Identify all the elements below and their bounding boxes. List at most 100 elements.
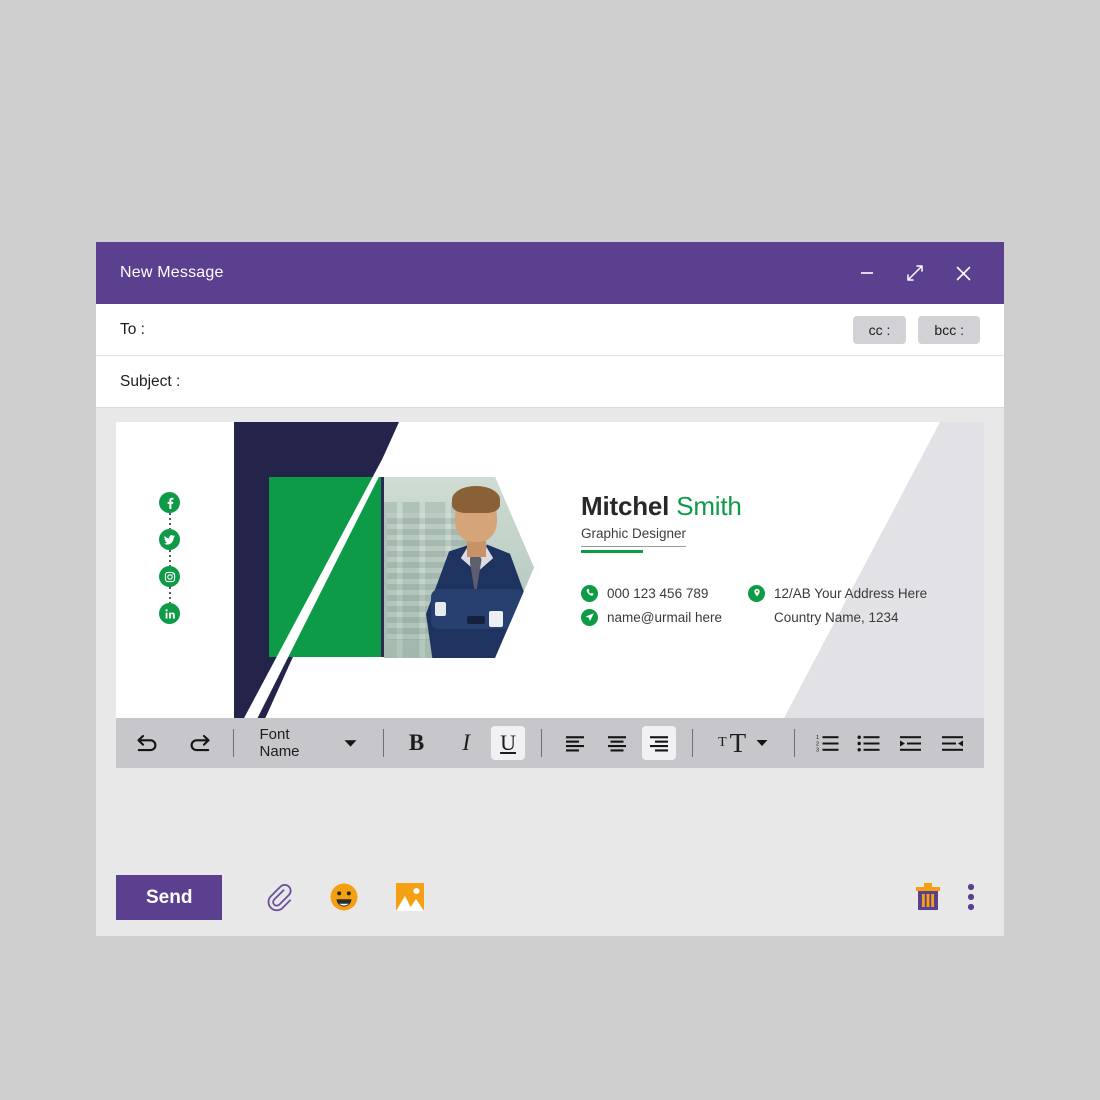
window-titlebar: New Message [96, 242, 1004, 304]
send-icon [581, 608, 598, 626]
more-options-button[interactable] [958, 875, 984, 919]
twitter-link[interactable] [159, 529, 180, 550]
toolbar-divider [382, 729, 384, 757]
photo-cuff-right [489, 610, 503, 628]
image-icon [394, 882, 426, 912]
align-justify-button[interactable] [641, 726, 676, 760]
minimize-button[interactable] [854, 260, 880, 286]
subject-field-row[interactable]: Subject : [96, 356, 1004, 408]
signature-first-name: Mitchel [581, 491, 670, 521]
align-center-icon [606, 734, 628, 752]
chevron-down-icon [344, 739, 357, 748]
photo-cuff-left [435, 601, 446, 617]
toolbar-divider [691, 729, 693, 757]
rail-connector [168, 550, 171, 566]
toolbar-divider [232, 729, 234, 757]
cc-button[interactable]: cc : [852, 315, 907, 344]
twitter-icon [163, 533, 176, 546]
email-signature-card: Mitchel Smith Graphic Designer 000 123 4… [116, 422, 984, 718]
font-size-small-label: T [718, 735, 727, 750]
location-pin-icon [748, 584, 765, 602]
signature-phone-line: 000 123 456 789 [581, 584, 748, 602]
to-label: To : [120, 320, 145, 338]
linkedin-icon [164, 608, 176, 620]
expand-icon [905, 263, 925, 283]
undo-icon [135, 731, 161, 755]
attachment-icon [262, 881, 294, 913]
bulleted-list-button[interactable] [852, 726, 886, 760]
bcc-button[interactable]: bcc : [918, 315, 980, 344]
svg-text:3: 3 [816, 748, 819, 752]
page-root: New Message To: cc: bcc: Subject: Mi… [0, 0, 1100, 1100]
window-title: New Message [120, 264, 224, 281]
indent-increase-icon [899, 734, 923, 752]
bold-label: B [408, 730, 425, 755]
signature-name: Mitchel Smith [581, 492, 971, 521]
facebook-icon [164, 497, 176, 509]
minimize-icon [858, 264, 876, 282]
undo-button[interactable] [130, 726, 165, 760]
message-body: Mitchel Smith Graphic Designer 000 123 4… [96, 408, 1004, 858]
align-center-button[interactable] [600, 726, 634, 760]
signature-address-line-2: Country Name, 1234 [748, 609, 927, 626]
send-button[interactable]: Send [116, 874, 223, 920]
facebook-link[interactable] [159, 492, 180, 513]
indent-decrease-button[interactable] [936, 726, 970, 760]
attach-button[interactable] [256, 875, 300, 919]
instagram-link[interactable] [159, 566, 180, 587]
trash-icon [913, 881, 943, 913]
signature-phone: 000 123 456 789 [607, 585, 709, 601]
numbered-list-button[interactable]: 1 2 3 [811, 726, 845, 760]
svg-text:2: 2 [816, 741, 819, 747]
signature-address-line-1: 12/AB Your Address Here [748, 584, 927, 602]
redo-button[interactable] [181, 726, 216, 760]
linkedin-link[interactable] [159, 603, 180, 624]
compose-action-bar: Send [96, 858, 1004, 936]
signature-address-2: Country Name, 1234 [774, 609, 899, 625]
svg-text:1: 1 [816, 735, 819, 741]
toolbar-divider [793, 729, 795, 757]
indent-increase-button[interactable] [894, 726, 928, 760]
font-size-dropdown[interactable]: T T [709, 726, 778, 760]
signature-details: Mitchel Smith Graphic Designer 000 123 4… [581, 492, 971, 626]
subject-label: Subject : [120, 372, 181, 390]
underline-label: U [500, 730, 516, 755]
toolbar-divider [541, 729, 542, 757]
recipient-toggle-group: cc : bcc : [852, 315, 980, 344]
font-name-label: Font Name [259, 726, 300, 760]
chevron-down-icon [756, 739, 768, 747]
compose-window: New Message To: cc: bcc: Subject: Mi… [96, 242, 1004, 936]
expand-button[interactable] [902, 260, 928, 286]
signature-last-name: Smith [676, 491, 742, 521]
social-links-rail [159, 492, 180, 624]
close-icon [954, 264, 973, 283]
align-left-button[interactable] [558, 726, 592, 760]
close-button[interactable] [950, 260, 976, 286]
emoji-button[interactable] [322, 875, 366, 919]
to-field-row[interactable]: To : cc : bcc : [96, 304, 1004, 356]
font-name-dropdown[interactable]: Font Name [250, 726, 367, 760]
bulleted-list-icon [857, 734, 881, 752]
delete-button[interactable] [906, 875, 950, 919]
instagram-icon [164, 571, 176, 583]
signature-contacts: 000 123 456 789 name@urmail here 12/AB Y… [581, 584, 971, 626]
align-left-icon [564, 734, 586, 752]
signature-email: name@urmail here [607, 609, 723, 625]
photo-hair [451, 486, 500, 514]
italic-button[interactable]: I [449, 726, 483, 760]
rail-connector [168, 513, 171, 529]
italic-label: I [462, 730, 471, 755]
signature-contact-column-left: 000 123 456 789 name@urmail here [581, 584, 748, 626]
signature-accent-rule [581, 549, 643, 553]
signature-email-line: name@urmail here [581, 608, 748, 626]
rail-connector [168, 587, 171, 603]
phone-icon [581, 584, 598, 602]
numbered-list-icon: 1 2 3 [816, 734, 840, 752]
portrait-photo [384, 477, 534, 658]
insert-image-button[interactable] [388, 875, 432, 919]
signature-role: Graphic Designer [581, 526, 687, 547]
indent-decrease-icon [941, 734, 965, 752]
redo-icon [186, 731, 212, 755]
bold-button[interactable]: B [400, 726, 434, 760]
underline-button[interactable]: U [491, 726, 526, 760]
